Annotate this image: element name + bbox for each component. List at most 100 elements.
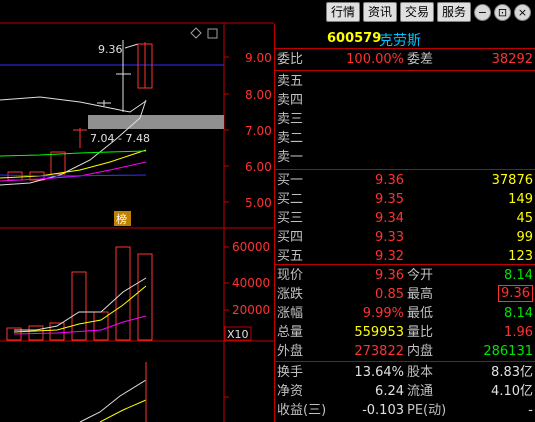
divider	[275, 70, 535, 71]
volume-tick-label: 20000	[232, 303, 270, 317]
volume-bars	[6, 246, 153, 341]
quote-value: 1.96	[504, 325, 533, 340]
bid-volume: 37876	[491, 173, 533, 188]
quote-value: 9.99%	[362, 306, 404, 321]
finance-value: 8.83亿	[491, 365, 533, 380]
tab-trade[interactable]: 交易	[399, 2, 434, 22]
quote-value: 286131	[483, 344, 533, 359]
candle	[50, 151, 66, 175]
quote-label: 涨跌	[277, 287, 304, 302]
volume-unit-label: X10	[227, 328, 249, 341]
finance-label: 股本	[407, 365, 434, 380]
quote-value: 8.14	[504, 306, 533, 321]
volume-tick-label: 60000	[232, 240, 270, 254]
bid-row[interactable]: 买二 9.35 149	[275, 190, 535, 209]
minimize-icon[interactable]: −	[474, 3, 491, 21]
quote-label: 现价	[277, 268, 304, 283]
quote-row: 外盘 273822 内盘 286131	[275, 342, 535, 361]
bid-volume: 45	[516, 211, 533, 226]
quote-row: 总量 559953 量比 1.96	[275, 323, 535, 342]
candlesticks	[7, 40, 153, 181]
quote-label: 总量	[277, 325, 304, 340]
volume-tick-label: 40000	[232, 276, 270, 290]
bid-label: 买二	[277, 192, 304, 207]
bid-volume: 149	[508, 192, 533, 207]
ask-row: 卖三	[275, 110, 535, 129]
quote-value: 273822	[354, 344, 404, 359]
bid-volume: 99	[516, 230, 533, 245]
ma60-line	[0, 150, 147, 157]
volume-axis: 60000 40000 20000	[224, 240, 270, 317]
quote-label: 外盘	[277, 344, 304, 359]
quote-row: 现价 9.36 今开 8.14	[275, 266, 535, 285]
price-axis: 9.00 8.00 7.00 6.00 5.00	[224, 51, 272, 210]
weibi-row: 委比 100.00% 委差 38292	[275, 50, 535, 69]
window-box-icon[interactable]	[207, 28, 218, 39]
price-range-band	[88, 115, 224, 129]
ask-row: 卖四	[275, 91, 535, 110]
divider	[275, 48, 535, 49]
finance-value: 13.64%	[354, 365, 404, 380]
quote-label: 内盘	[407, 344, 434, 359]
quote-value: 0.85	[375, 287, 404, 302]
rank-badge-label: 榜	[116, 212, 127, 226]
bid-label: 买四	[277, 230, 304, 245]
finance-value: -	[528, 403, 533, 418]
high-price-label: 9.36	[98, 43, 123, 56]
ask-label: 卖三	[277, 112, 304, 127]
weicha-label: 委差	[407, 52, 434, 67]
quote-value: 9.36	[498, 285, 533, 302]
quote-label: 量比	[407, 325, 434, 340]
restore-icon[interactable]: ⊡	[494, 3, 511, 21]
divider	[275, 169, 535, 170]
bid-row[interactable]: 买一 9.36 37876	[275, 171, 535, 190]
quote-value: 9.36	[375, 268, 404, 283]
indicator-line-yellow	[99, 399, 147, 422]
quote-label: 最高	[407, 287, 434, 302]
bid-price: 9.35	[375, 192, 404, 207]
volume-ma5-line	[14, 277, 147, 331]
finance-value: 6.24	[375, 384, 404, 399]
high-pointer	[124, 43, 139, 49]
ask-label: 卖四	[277, 93, 304, 108]
tab-service[interactable]: 服务	[436, 2, 471, 22]
divider	[275, 264, 535, 265]
price-tick-label: 7.00	[245, 124, 272, 138]
stock-title: 600579 克劳斯	[275, 24, 535, 49]
quote-row: 涨幅 9.99% 最低 8.14	[275, 304, 535, 323]
ask-row: 卖五	[275, 72, 535, 91]
ask-label: 卖二	[277, 131, 304, 146]
volume-ma10-line	[13, 285, 147, 333]
finance-label: 流通	[407, 384, 434, 399]
stock-code: 600579	[327, 31, 382, 46]
tab-quotes[interactable]: 行情	[325, 2, 360, 22]
close-icon[interactable]: ×	[514, 3, 531, 21]
bid-row[interactable]: 买三 9.34 45	[275, 209, 535, 228]
finance-label: 收益(三)	[277, 403, 327, 418]
range-label: 7.04 - 7.48	[90, 132, 150, 145]
price-tick-label: 6.00	[245, 160, 272, 174]
diamond-icon[interactable]	[190, 27, 202, 39]
divider	[275, 361, 535, 362]
bid-row[interactable]: 买四 9.33 99	[275, 228, 535, 247]
bid-label: 买一	[277, 173, 304, 188]
ask-label: 卖五	[277, 74, 304, 89]
finance-row: 收益(三) -0.103 PE(动) -	[275, 401, 535, 420]
finance-row: 净资 6.24 流通 4.10亿	[275, 382, 535, 401]
bid-price: 9.33	[375, 230, 404, 245]
finance-value: -0.103	[362, 403, 404, 418]
finance-label: 净资	[277, 384, 304, 399]
tab-news[interactable]: 资讯	[362, 2, 397, 22]
bid-price: 9.34	[375, 211, 404, 226]
finance-value: 4.10亿	[491, 384, 533, 399]
ma5-line	[0, 96, 147, 113]
ask-row: 卖一	[275, 148, 535, 167]
weibi-value: 100.00%	[346, 52, 404, 67]
quote-panel: 600579 克劳斯 委比 100.00% 委差 38292 卖五卖四卖三卖二卖…	[274, 24, 535, 422]
ma-blue-line	[0, 174, 147, 177]
quote-label: 今开	[407, 268, 434, 283]
weibi-label: 委比	[277, 52, 304, 67]
kline-chart[interactable]: 9.00 8.00 7.00 6.00 5.00 7.04 - 7.48 9.3…	[0, 0, 274, 422]
quote-row: 涨跌 0.85 最高 9.36	[275, 285, 535, 304]
bid-label: 买三	[277, 211, 304, 226]
